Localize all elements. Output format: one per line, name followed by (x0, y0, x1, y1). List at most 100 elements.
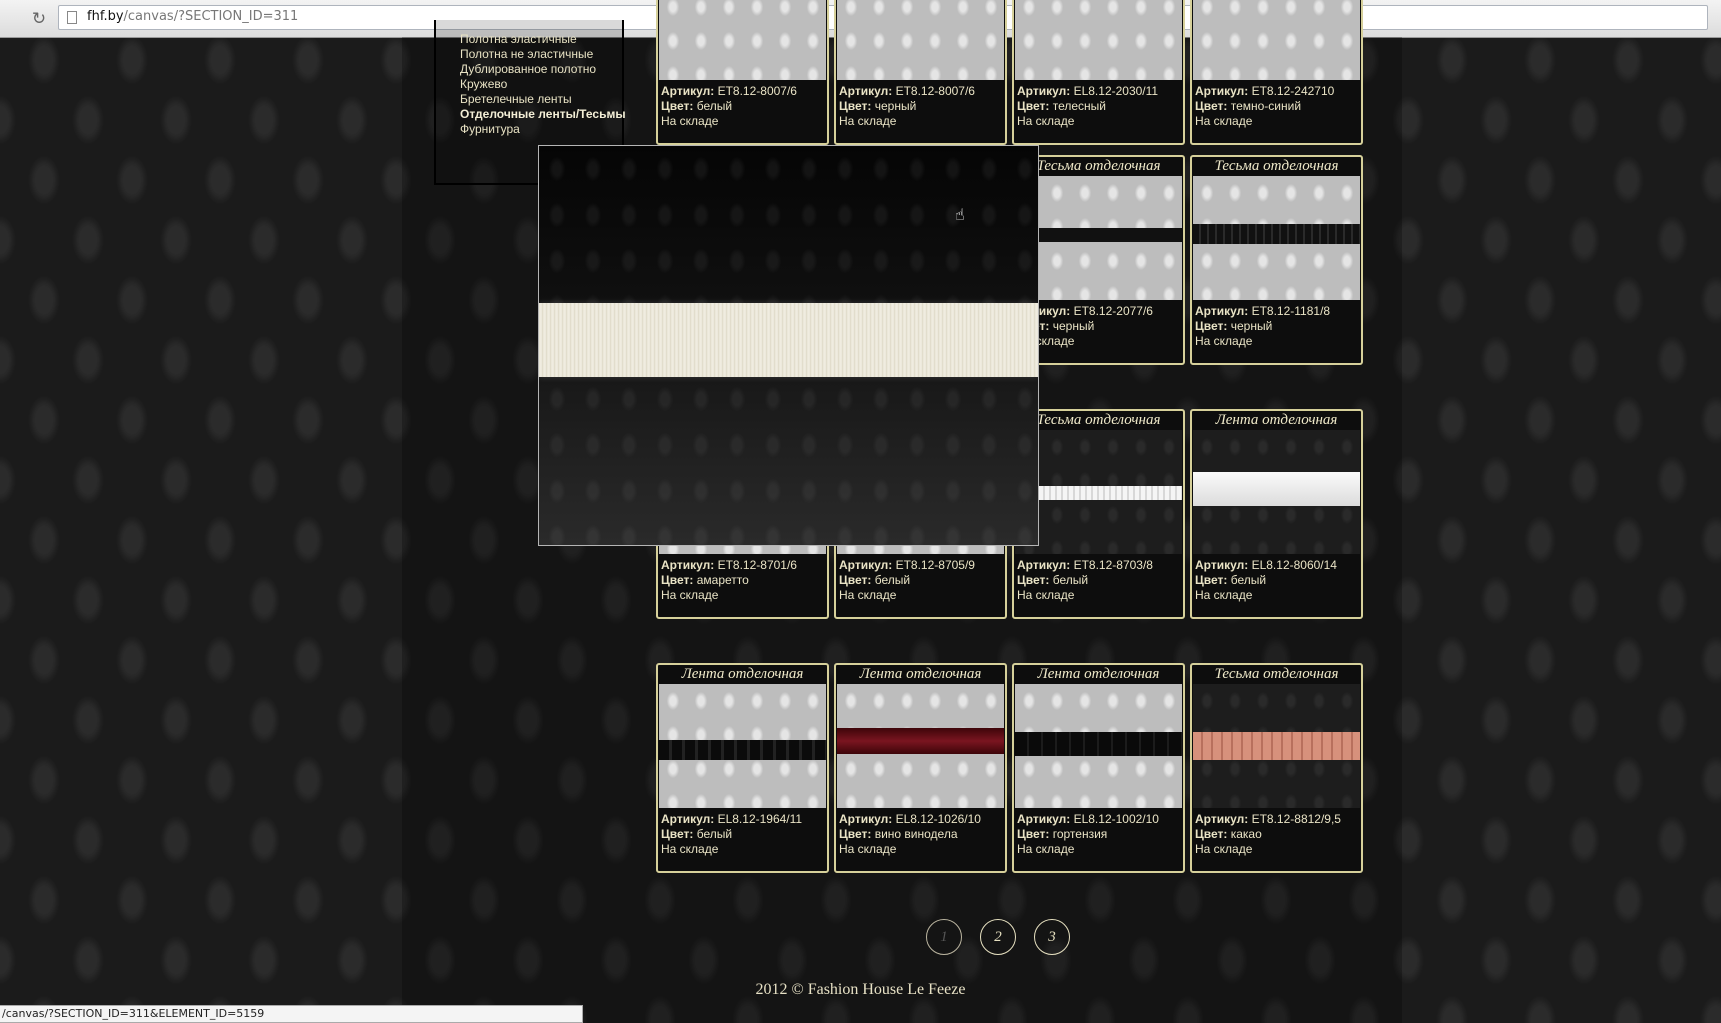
color-value: белый (1230, 573, 1267, 587)
product-card[interactable]: Тесьма отделочная Артикул: ET8.12-1181/8 Ц… (1190, 155, 1363, 365)
article-label: Артикул: (839, 812, 893, 826)
product-card[interactable]: Лента отделочная Артикул: EL8.12-8060/14 Ц… (1190, 409, 1363, 619)
product-image[interactable] (1193, 0, 1360, 80)
product-image[interactable] (1015, 684, 1182, 808)
article-value: ET8.12-8701/6 (717, 558, 797, 572)
article-label: Артикул: (1195, 558, 1249, 572)
color-value: белый (696, 827, 733, 841)
article-label: Артикул: (661, 558, 715, 572)
color-value: черный (1052, 319, 1095, 333)
color-line: Цвет: белый (839, 573, 1005, 588)
color-label: Цвет: (1195, 827, 1228, 841)
product-card[interactable]: Лента отделочная Артикул: EL8.12-1002/10 Ц… (1012, 663, 1185, 873)
product-info: Артикул: EL8.12-1964/11 Цвет: белый На скл… (658, 808, 827, 857)
stock-status: На складе (839, 588, 897, 602)
color-line: Цвет: белый (661, 99, 827, 114)
product-title: Лента отделочная (1037, 666, 1160, 682)
product-card[interactable]: Лента отделочная Артикул: EL8.12-1026/10 Ц… (834, 663, 1007, 873)
color-value: гортензия (1052, 827, 1108, 841)
product-image[interactable] (1015, 430, 1182, 554)
article-line: Артикул: EL8.12-2030/11 (1017, 84, 1183, 99)
product-title: Тесьма отделочная (1214, 666, 1339, 682)
preview-ribbon-image (539, 303, 1038, 377)
color-label: Цвет: (1195, 573, 1228, 587)
article-label: Артикул: (1017, 84, 1071, 98)
product-info: Артикул: ET8.12-8007/6 Цвет: черный На скл… (836, 80, 1005, 129)
product-image[interactable] (1193, 176, 1360, 300)
article-line: Артикул: ET8.12-8812/9,5 (1195, 812, 1361, 827)
url-path: /canvas/?SECTION_ID=311 (123, 9, 299, 24)
reload-icon[interactable]: ↻ (28, 8, 50, 30)
product-image[interactable] (1193, 430, 1360, 554)
color-line: Цвет: белый (661, 827, 827, 842)
product-image[interactable] (837, 684, 1004, 808)
article-line: Артикул: EL8.12-1964/11 (661, 812, 827, 827)
product-image[interactable] (659, 684, 826, 808)
color-line: Цвет: белый (1017, 573, 1183, 588)
hand-cursor-icon: ☝ (955, 205, 965, 224)
article-value: ET8.12-8812/9,5 (1251, 812, 1341, 826)
color-line: Цвет: какао (1195, 827, 1361, 842)
color-value: вино винодела (874, 827, 958, 841)
product-image[interactable] (1193, 684, 1360, 808)
stock-status: На складе (1195, 334, 1253, 348)
product-info: Артикул: ET8.12-242710 Цвет: темно-синий Н… (1192, 80, 1361, 129)
article-value: ET8.12-1181/8 (1251, 304, 1331, 318)
article-label: Артикул: (1195, 84, 1249, 98)
color-line: Цвет: телесный (1017, 99, 1183, 114)
article-line: Артикул: ET8.12-8007/6 (839, 84, 1005, 99)
product-card[interactable]: Лента отделочная Артикул: EL8.12-1964/11 Ц… (656, 663, 829, 873)
product-info: Артикул: ET8.12-8701/6 Цвет: амаретто На с… (658, 554, 827, 603)
stock-status: На складе (661, 114, 719, 128)
color-label: Цвет: (1017, 827, 1050, 841)
sidebar-item-elastic-fabrics[interactable]: Полотна эластичные (460, 32, 622, 47)
sidebar-item-accessories[interactable]: Фурнитура (460, 122, 622, 137)
article-value: EL8.12-1002/10 (1073, 812, 1159, 826)
stock-status: На складе (1195, 114, 1253, 128)
color-label: Цвет: (661, 827, 694, 841)
ribbon-swatch (1193, 224, 1360, 244)
product-image[interactable] (837, 0, 1004, 80)
sidebar-item-trim-tapes[interactable]: Отделочные ленты/Тесьмы (460, 107, 626, 122)
sidebar-item-lace[interactable]: Кружево (460, 77, 622, 92)
color-value: белый (874, 573, 911, 587)
article-line: Артикул: EL8.12-8060/14 (1195, 558, 1361, 573)
article-value: EL8.12-1964/11 (717, 812, 803, 826)
color-line: Цвет: гортензия (1017, 827, 1183, 842)
product-title: Лента отделочная (1215, 412, 1338, 428)
sidebar-item-bonded-fabric[interactable]: Дублированное полотно (460, 62, 622, 77)
stock-status: На складе (1017, 114, 1075, 128)
product-info: Артикул: EL8.12-1026/10 Цвет: вино виноде… (836, 808, 1005, 857)
product-card[interactable]: Артикул: ET8.12-242710 Цвет: темно-синий Н… (1190, 0, 1363, 145)
product-card[interactable]: Артикул: ET8.12-8007/6 Цвет: черный На скл… (834, 0, 1007, 145)
color-label: Цвет: (839, 827, 872, 841)
sidebar-item-strap-tapes[interactable]: Бретелечные ленты (460, 92, 622, 107)
article-line: Артикул: ET8.12-2077/6 (1017, 304, 1183, 319)
color-value: амаретто (696, 573, 749, 587)
stock-status: На складе (839, 842, 897, 856)
article-line: Артикул: EL8.12-1026/10 (839, 812, 1005, 827)
article-line: Артикул: ET8.12-8007/6 (661, 84, 827, 99)
product-card[interactable]: Артикул: ET8.12-8007/6 Цвет: белый На скла… (656, 0, 829, 145)
ribbon-swatch (659, 740, 826, 760)
page-button-1[interactable]: 1 (926, 919, 962, 955)
color-label: Цвет: (661, 99, 694, 113)
product-image[interactable] (1015, 176, 1182, 300)
stock-status: На складе (1017, 842, 1075, 856)
color-line: Цвет: вино винодела (839, 827, 1005, 842)
product-card[interactable]: Артикул: EL8.12-2030/11 Цвет: телесный На … (1012, 0, 1185, 145)
product-image[interactable] (1015, 0, 1182, 80)
product-title: Лента отделочная (859, 666, 982, 682)
page-button-3[interactable]: 3 (1034, 919, 1070, 955)
page-button-2[interactable]: 2 (980, 919, 1016, 955)
product-info: Артикул: ET8.12-8703/8 Цвет: белый На скла… (1014, 554, 1183, 603)
product-card[interactable]: Тесьма отделочная Артикул: ET8.12-8812/9,… (1190, 663, 1363, 873)
product-title: Тесьма отделочная (1036, 412, 1161, 428)
ribbon-swatch (1015, 486, 1182, 500)
product-image[interactable] (659, 0, 826, 80)
article-line: Артикул: ET8.12-242710 (1195, 84, 1361, 99)
color-value: белый (1052, 573, 1089, 587)
product-info: Артикул: ET8.12-8007/6 Цвет: белый На скла… (658, 80, 827, 129)
article-line: Артикул: ET8.12-8701/6 (661, 558, 827, 573)
sidebar-item-non-elastic-fabrics[interactable]: Полотна не эластичные (460, 47, 622, 62)
